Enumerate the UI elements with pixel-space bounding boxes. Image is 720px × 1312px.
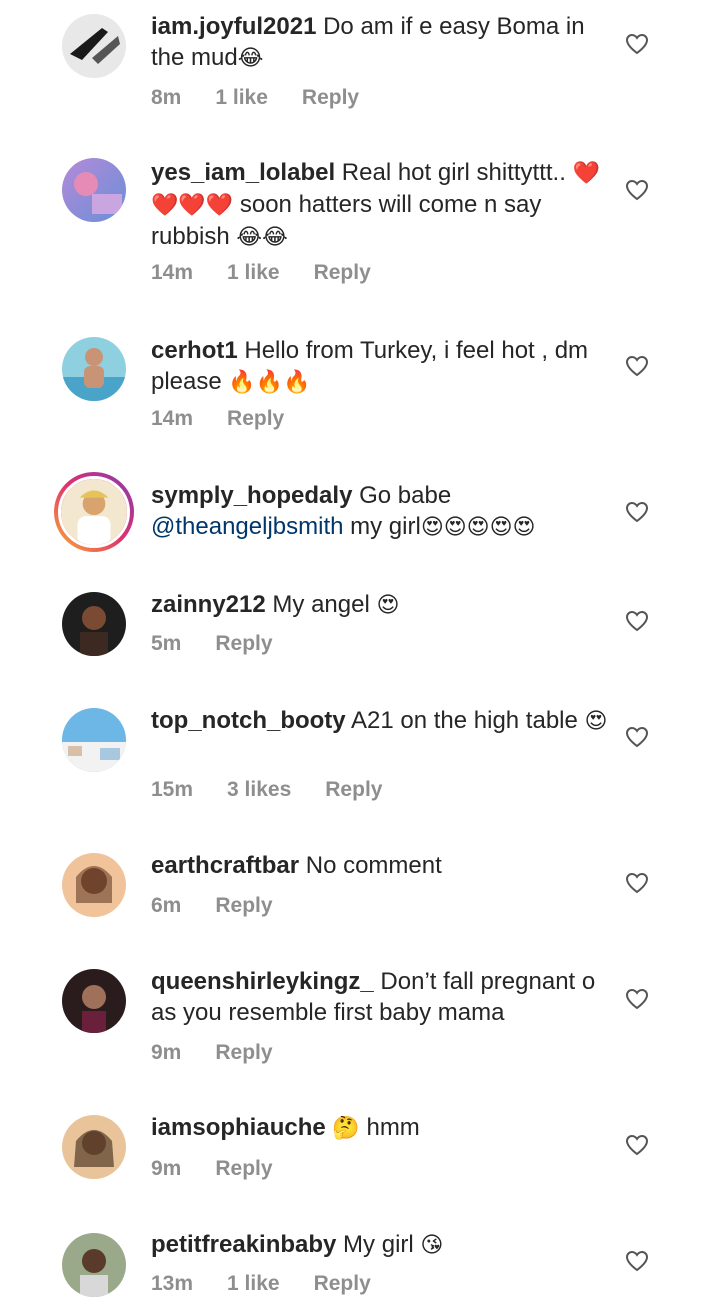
comment-text: petitfreakinbaby My girl 😘	[151, 1229, 611, 1261]
emoji: 🤔	[332, 1116, 360, 1141]
heart-icon[interactable]	[625, 33, 649, 55]
reply-button[interactable]: Reply	[314, 261, 371, 284]
comment-meta: 6m Reply	[151, 894, 307, 918]
avatar[interactable]	[62, 337, 126, 401]
timestamp: 15m	[151, 778, 194, 801]
comment-meta: 14m Reply	[151, 407, 318, 431]
comment-body: Real hot girl shittyttt..	[335, 159, 573, 186]
comment-text: cerhot1 Hello from Turkey, i feel hot , …	[151, 335, 611, 398]
mention-link[interactable]: @theangeljbsmith	[151, 513, 343, 540]
heart-icon[interactable]	[625, 988, 649, 1010]
heart-icon[interactable]	[625, 872, 649, 894]
heart-icon[interactable]	[625, 610, 649, 632]
like-count[interactable]: 1 like	[227, 261, 280, 284]
comment-body: My girl	[336, 1231, 421, 1258]
timestamp: 14m	[151, 407, 194, 430]
reply-button[interactable]: Reply	[227, 407, 284, 430]
avatar[interactable]	[62, 14, 126, 78]
heart-icon[interactable]	[625, 501, 649, 523]
reply-button[interactable]: Reply	[215, 1157, 272, 1180]
avatar[interactable]	[62, 592, 126, 656]
comment-body: My angel	[265, 591, 377, 618]
username[interactable]: petitfreakinbaby	[151, 1231, 336, 1258]
emoji: 😘	[420, 1233, 444, 1258]
username[interactable]: earthcraftbar	[151, 852, 299, 879]
comment-meta: 8m 1 like Reply	[151, 86, 393, 110]
comment-meta: 15m 3 likes Reply	[151, 778, 416, 802]
reply-button[interactable]: Reply	[314, 1272, 371, 1295]
avatar[interactable]	[62, 969, 126, 1033]
like-count[interactable]: 1 like	[227, 1272, 280, 1295]
avatar[interactable]	[62, 1115, 126, 1179]
like-count[interactable]: 1 like	[215, 86, 268, 109]
timestamp: 13m	[151, 1272, 194, 1295]
username[interactable]: cerhot1	[151, 337, 238, 364]
comment-text: yes_iam_lolabel Real hot girl shittyttt.…	[151, 157, 611, 253]
emoji: 🔥🔥🔥	[228, 370, 311, 395]
comment-body: hmm	[359, 1114, 420, 1141]
comment-text: earthcraftbar No comment	[151, 850, 611, 881]
comment-meta: 14m 1 like Reply	[151, 261, 405, 285]
heart-icon[interactable]	[625, 179, 649, 201]
emoji: 😂😂	[236, 225, 288, 250]
reply-button[interactable]: Reply	[215, 1041, 272, 1064]
avatar-with-story-ring[interactable]	[54, 472, 134, 552]
comment-body: Go babe	[352, 482, 452, 509]
comment-meta: 9m Reply	[151, 1041, 307, 1065]
like-count[interactable]: 3 likes	[227, 778, 291, 801]
username[interactable]: iam.joyful2021	[151, 13, 316, 40]
username[interactable]: yes_iam_lolabel	[151, 159, 335, 186]
avatar[interactable]	[62, 853, 126, 917]
username[interactable]: queenshirleykingz_	[151, 968, 374, 995]
comment-text: symply_hopedaly Go babe @theangeljbsmith…	[151, 480, 611, 543]
avatar[interactable]	[62, 1233, 126, 1297]
reply-button[interactable]: Reply	[215, 632, 272, 655]
timestamp: 8m	[151, 86, 182, 109]
heart-icon[interactable]	[625, 1250, 649, 1272]
comment-body: A21 on the high table	[345, 707, 585, 734]
reply-button[interactable]: Reply	[302, 86, 359, 109]
timestamp: 9m	[151, 1041, 182, 1064]
avatar[interactable]	[62, 158, 126, 222]
comment-text: zainny212 My angel 😍	[151, 589, 611, 621]
timestamp: 5m	[151, 632, 182, 655]
heart-icon[interactable]	[625, 1134, 649, 1156]
comment-text: queenshirleykingz_ Don’t fall pregnant o…	[151, 966, 611, 1028]
username[interactable]: symply_hopedaly	[151, 482, 352, 509]
emoji: 😍	[584, 709, 608, 734]
username[interactable]: iamsophiauche	[151, 1114, 326, 1141]
comment-meta: 9m Reply	[151, 1157, 307, 1181]
comment-body: No comment	[299, 852, 442, 879]
emoji: 😍😍😍😍😍	[420, 515, 536, 540]
emoji: 😂	[237, 46, 264, 71]
comment-body: my girl	[343, 513, 421, 540]
heart-icon[interactable]	[625, 355, 649, 377]
timestamp: 14m	[151, 261, 194, 284]
username[interactable]: top_notch_booty	[151, 707, 346, 734]
heart-icon[interactable]	[625, 726, 649, 748]
timestamp: 6m	[151, 894, 182, 917]
username[interactable]: zainny212	[151, 591, 266, 618]
comment-meta: 13m 1 like Reply	[151, 1272, 405, 1296]
emoji: 😍	[376, 593, 400, 618]
avatar[interactable]	[62, 708, 126, 772]
timestamp: 9m	[151, 1157, 182, 1180]
comment-text: iamsophiauche 🤔 hmm	[151, 1112, 611, 1144]
comment-text: top_notch_booty A21 on the high table 😍	[151, 705, 611, 737]
comment-meta: 5m Reply	[151, 632, 307, 656]
reply-button[interactable]: Reply	[325, 778, 382, 801]
comment-text: iam.joyful2021 Do am if e easy Boma in t…	[151, 11, 611, 74]
reply-button[interactable]: Reply	[215, 894, 272, 917]
